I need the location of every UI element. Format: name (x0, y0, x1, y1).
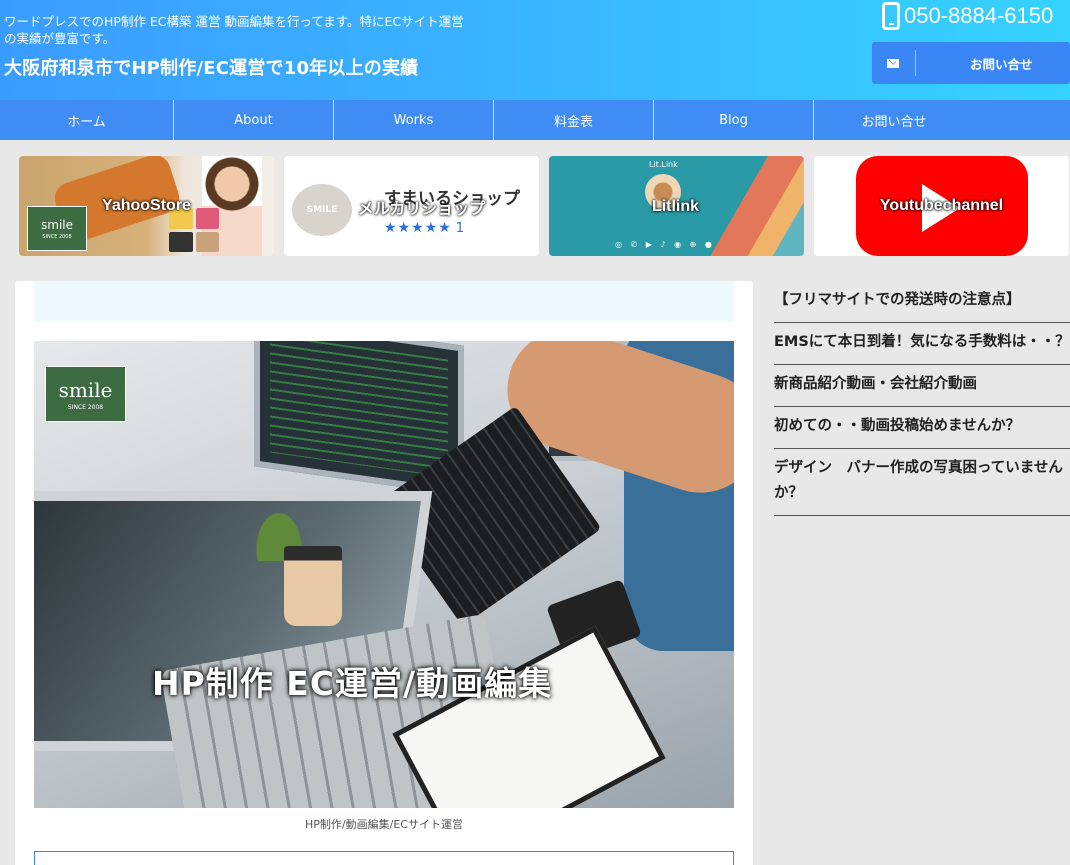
nav-item-works[interactable]: Works (334, 100, 494, 140)
smile-logo-text: smile (58, 377, 113, 402)
main-content: smile SINCE 2008 HP制作 EC運営/動画編集 HP制作/動画編… (15, 281, 753, 865)
litlink-brand: Lit.Link (649, 160, 678, 169)
hero-image: smile SINCE 2008 HP制作 EC運営/動画編集 (34, 341, 734, 808)
smile-logo-sub: SINCE 2008 (42, 233, 72, 240)
banner-label: YahooStore (102, 197, 191, 214)
smile-logo: smile SINCE 2008 (27, 206, 87, 251)
hero-caption: HP制作/動画編集/ECサイト運営 (305, 818, 463, 831)
smile-logo: smile SINCE 2008 (45, 366, 126, 422)
contact-button[interactable]: お問い合せ (872, 42, 1070, 84)
sidebar-post-link[interactable]: EMSにて本日到着！気になる手数料は・・？ (774, 323, 1070, 365)
smile-logo-text: smile (41, 217, 73, 232)
content-box (34, 851, 734, 865)
banner-yahoo-store[interactable]: smile SINCE 2008 YahooStore (19, 156, 274, 256)
banner-mercari-shop[interactable]: SMILE すまいるショップ ★★★★★ 1 メルカリショップ (284, 156, 539, 256)
nav-item-pricing[interactable]: 料金表 (494, 100, 654, 140)
banner-litlink[interactable]: Lit.Link ◎ ✆ ▶ ♪ ◉ ⊕ ● Litlink (549, 156, 804, 256)
banner-label: メルカリショップ (357, 201, 486, 218)
nav-item-blog[interactable]: Blog (654, 100, 814, 140)
main-nav: ホーム About Works 料金表 Blog お問い合せ (0, 100, 1070, 140)
nav-item-about[interactable]: About (174, 100, 334, 140)
sidebar-post-link[interactable]: デザイン バナー作成の写真困っていませんか？ (774, 449, 1070, 516)
coffee-cup (284, 546, 342, 626)
contact-button-label: お問い合せ (970, 56, 1033, 72)
phone-icon (882, 2, 900, 30)
site-header: ワードプレスでのHP制作 EC構築 運営 動画編集を行ってます。特にECサイト運… (0, 0, 1070, 100)
smile-circle-logo: SMILE (292, 184, 352, 236)
info-strip (34, 281, 734, 321)
phone-contact[interactable]: 050-8884-6150 (882, 2, 1053, 30)
sidebar-post-link[interactable]: 初めての・・動画投稿始めませんか？ (774, 407, 1070, 449)
banner-youtube-channel[interactable]: Youtubechannel (814, 156, 1069, 256)
banner-row: smile SINCE 2008 YahooStore SMILE すまいるショ… (19, 156, 1069, 256)
smile-logo-sub: SINCE 2008 (67, 403, 104, 411)
rating-count: 1 (455, 221, 466, 236)
sidebar-post-link[interactable]: 新商品紹介動画・会社紹介動画 (774, 365, 1070, 407)
phone-number[interactable]: 050-8884-6150 (904, 3, 1053, 29)
site-tagline: ワードプレスでのHP制作 EC構築 運営 動画編集を行ってます。特にECサイト運… (4, 14, 464, 46)
sidebar: 【フリマサイトでの発送時の注意点】 EMSにて本日到着！気になる手数料は・・？ … (774, 283, 1070, 516)
nav-item-contact[interactable]: お問い合せ (814, 100, 974, 140)
site-title[interactable]: 大阪府和泉市でHP制作/EC運営で10年以上の実績 (4, 54, 418, 80)
mail-icon (887, 58, 899, 68)
divider (915, 50, 916, 76)
hero-overlay-text: HP制作 EC運営/動画編集 (152, 664, 553, 703)
social-icons: ◎ ✆ ▶ ♪ ◉ ⊕ ● (615, 240, 715, 249)
banner-label: Youtubechannel (879, 197, 1004, 214)
sidebar-post-link[interactable]: 【フリマサイトでの発送時の注意点】 (774, 283, 1070, 323)
star-icons: ★★★★★ (384, 220, 452, 236)
nav-item-home[interactable]: ホーム (0, 100, 174, 140)
code-lines (270, 341, 448, 478)
rating-stars: ★★★★★ 1 (384, 220, 465, 236)
banner-label: Litlink (651, 198, 700, 215)
